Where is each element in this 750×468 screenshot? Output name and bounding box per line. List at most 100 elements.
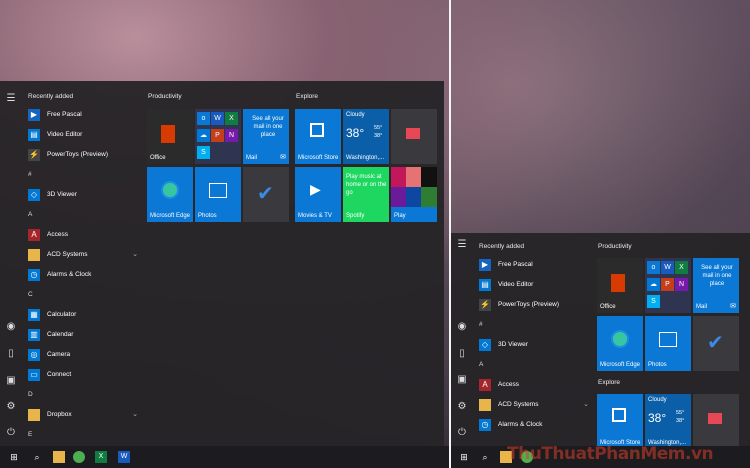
powertoys-icon: ⚡ (479, 299, 491, 311)
todo-tile[interactable]: ✔ (243, 167, 289, 222)
mail-tile[interactable]: See all your mail in one place Mail ✉ (693, 258, 739, 313)
pictures-icon[interactable]: ▣ (456, 374, 468, 386)
app-item-alarms-clock[interactable]: ◷ Alarms & Clock (28, 267, 138, 283)
letter-header-hash[interactable]: # (479, 321, 483, 328)
settings-gear-icon[interactable]: ⚙ (456, 401, 468, 413)
file-explorer-icon[interactable] (53, 451, 65, 463)
folder-icon (479, 399, 491, 411)
office-apps-folder-tile[interactable]: o W X ☁ P N S (645, 258, 691, 313)
outlook-icon: o (197, 112, 210, 125)
search-icon[interactable]: ⌕ (31, 451, 43, 463)
app-item-alarms-clock[interactable]: ◷ Alarms & Clock (479, 417, 589, 433)
hamburger-icon[interactable]: ☰ (5, 93, 17, 105)
3d-viewer-icon: ◇ (28, 189, 40, 201)
app-item-calendar[interactable]: ▥ Calendar (28, 327, 138, 343)
app-item-dropbox[interactable]: Dropbox ⌄ (28, 407, 138, 423)
mail-tile-text: See all your mail in one place (701, 265, 733, 287)
tile-label: Mail (696, 304, 708, 310)
app-label: Calculator (47, 311, 77, 318)
microsoft-store-tile[interactable]: Microsoft Store (597, 394, 643, 449)
chevron-down-icon[interactable]: ⌄ (132, 410, 138, 418)
todo-tile[interactable]: ✔ (693, 316, 739, 371)
excel-icon: X (225, 112, 238, 125)
app-item-calculator[interactable]: ▦ Calculator (28, 307, 138, 323)
edge-tile[interactable]: Microsoft Edge (597, 316, 643, 371)
photos-tile[interactable]: Photos (195, 167, 241, 222)
office-tile[interactable]: Office (597, 258, 643, 313)
camera-icon: ◎ (28, 349, 40, 361)
folder-icon (28, 249, 40, 261)
pascal-icon: ▶ (28, 109, 40, 121)
app-item-powertoys[interactable]: ⚡ PowerToys (Preview) (28, 147, 138, 163)
user-avatar-icon[interactable]: ◉ (456, 321, 468, 333)
settings-gear-icon[interactable]: ⚙ (5, 401, 17, 413)
app-item-powertoys[interactable]: ⚡ PowerToys (Preview) (479, 297, 589, 313)
weather-tile[interactable]: Cloudy 38° 55° 38° Washington,... (343, 109, 389, 164)
pictures-icon[interactable]: ▣ (5, 375, 17, 387)
letter-header-d[interactable]: D (28, 391, 33, 398)
windows-start-icon[interactable]: ⊞ (458, 451, 470, 463)
word-icon[interactable]: W (118, 451, 130, 463)
app-item-access[interactable]: A Access (479, 377, 589, 393)
news-tile[interactable] (693, 394, 739, 449)
letter-header-a[interactable]: A (28, 211, 32, 218)
mail-tile[interactable]: See all your mail in one place Mail ✉ (243, 109, 289, 164)
app-item-3d-viewer[interactable]: ◇ 3D Viewer (479, 337, 589, 353)
photos-tile[interactable]: Photos (645, 316, 691, 371)
app-item-access[interactable]: A Access (28, 227, 138, 243)
letter-header-a[interactable]: A (479, 361, 483, 368)
letter-header-c[interactable]: C (28, 291, 33, 298)
weather-high: 55° (374, 125, 383, 131)
windows-start-icon[interactable]: ⊞ (8, 451, 20, 463)
app-item-video-editor[interactable]: ▤ Video Editor (479, 277, 589, 293)
hamburger-icon[interactable]: ☰ (456, 239, 468, 251)
start-rail: ☰ ◉ ▯ ▣ ⚙ ⏻ (451, 233, 473, 446)
news-tile[interactable] (391, 109, 437, 164)
tile-label: Photos (198, 213, 217, 219)
letter-header-hash[interactable]: # (28, 171, 32, 178)
documents-icon[interactable]: ▯ (456, 348, 468, 360)
letter-header-e[interactable]: E (28, 431, 32, 438)
skype-icon: S (647, 295, 660, 308)
tile-label: Washington,... (346, 155, 385, 161)
microsoft-store-tile[interactable]: Microsoft Store (295, 109, 341, 164)
app-label: 3D Viewer (47, 191, 77, 198)
app-item-acd-systems[interactable]: ACD Systems ⌄ (479, 397, 589, 413)
edge-logo-icon (161, 181, 179, 199)
app-item-3d-viewer[interactable]: ◇ 3D Viewer (28, 187, 138, 203)
watermark: ThuThuatPhanMem.vn (507, 444, 714, 464)
excel-icon[interactable]: X (95, 451, 107, 463)
power-icon[interactable]: ⏻ (5, 427, 17, 439)
onenote-icon: N (225, 129, 238, 142)
edge-tile[interactable]: Microsoft Edge (147, 167, 193, 222)
weather-tile[interactable]: Cloudy 38° 55° 38° Washington,... (645, 394, 691, 449)
news-icon (708, 413, 722, 424)
access-icon: A (28, 229, 40, 241)
game-icon (421, 167, 437, 187)
chrome-icon[interactable] (73, 451, 85, 463)
documents-icon[interactable]: ▯ (5, 348, 17, 360)
user-avatar-icon[interactable]: ◉ (5, 321, 17, 333)
store-bag-icon (612, 408, 626, 422)
app-item-connect[interactable]: ▭ Connect (28, 367, 138, 383)
app-item-free-pascal[interactable]: ▶ Free Pascal (479, 257, 589, 273)
tile-label: Movies & TV (298, 213, 332, 219)
office-tile[interactable]: Office (147, 109, 193, 164)
app-label: Video Editor (47, 131, 83, 138)
office-apps-folder-tile[interactable]: o W X ☁ P N S (195, 109, 241, 164)
play-tile[interactable]: Play (391, 167, 437, 222)
app-item-camera[interactable]: ◎ Camera (28, 347, 138, 363)
app-item-acd-systems[interactable]: ACD Systems ⌄ (28, 247, 138, 263)
excel-icon: X (675, 261, 688, 274)
tile-label: Photos (648, 362, 667, 368)
chevron-down-icon[interactable]: ⌄ (132, 250, 138, 258)
movies-tv-tile[interactable]: ▶ Movies & TV (295, 167, 341, 222)
search-icon[interactable]: ⌕ (479, 451, 491, 463)
app-item-video-editor[interactable]: ▤ Video Editor (28, 127, 138, 143)
chevron-down-icon[interactable]: ⌄ (583, 400, 589, 408)
game-icon (421, 187, 437, 207)
power-icon[interactable]: ⏻ (456, 427, 468, 439)
app-label: Alarms & Clock (498, 421, 543, 428)
spotify-tile[interactable]: Play music at home or on the go Spotify (343, 167, 389, 222)
app-item-free-pascal[interactable]: ▶ Free Pascal (28, 107, 138, 123)
